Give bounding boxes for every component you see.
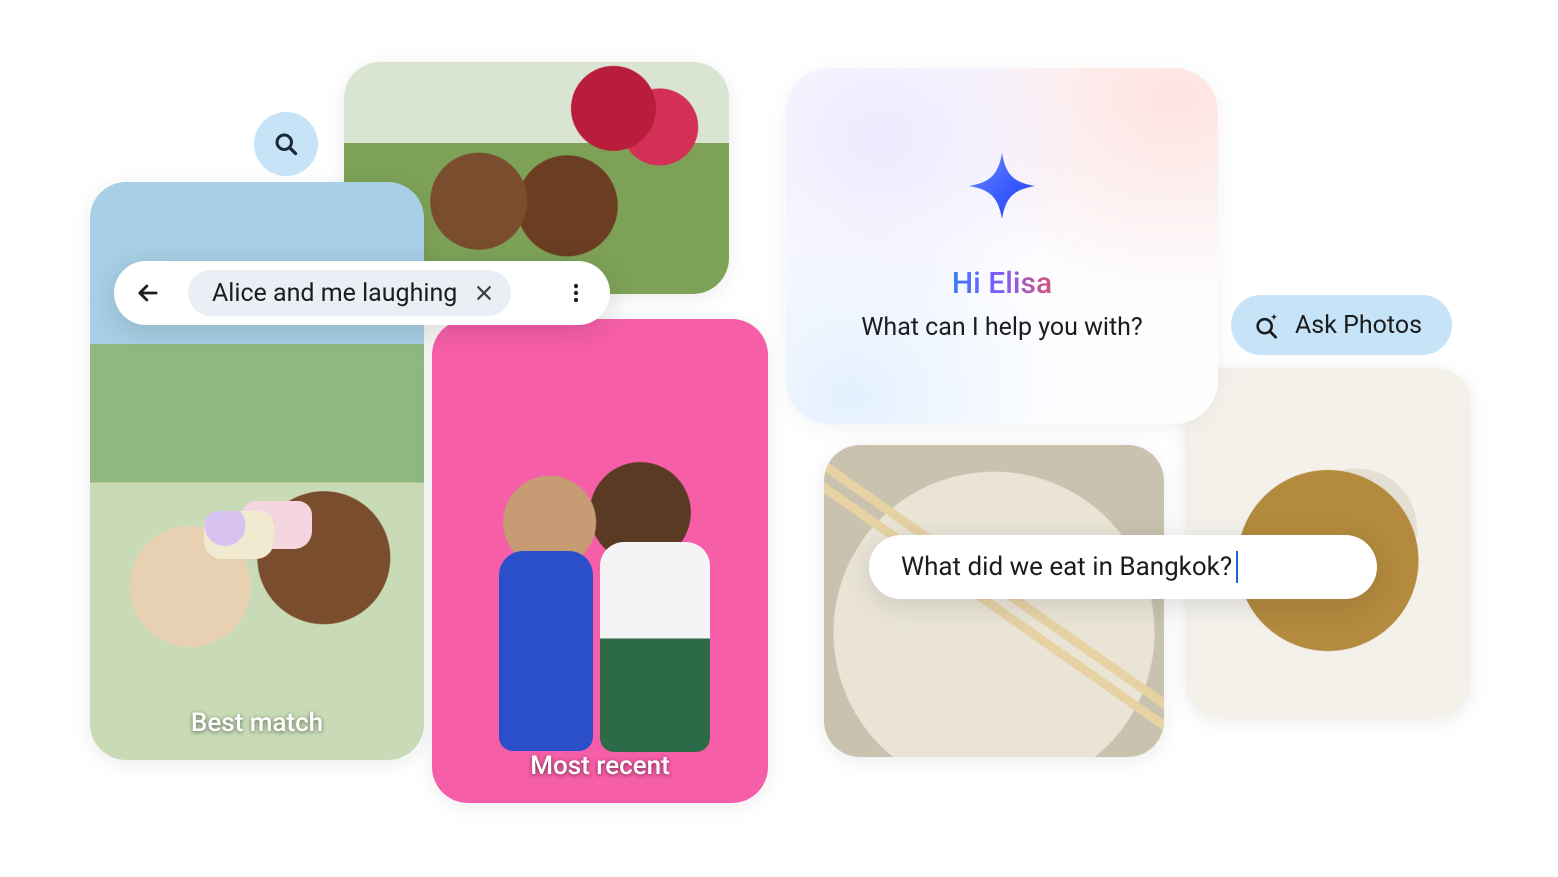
back-button[interactable] [128, 273, 168, 313]
query-text: What did we eat in Bangkok? [901, 552, 1232, 582]
more-vert-icon [564, 281, 588, 305]
ask-photos-hero-card[interactable]: Hi Elisa What can I help you with? [786, 68, 1218, 424]
more-menu-button[interactable] [556, 273, 596, 313]
chip-clear-button[interactable] [471, 280, 497, 306]
ask-photos-button[interactable]: Ask Photos [1231, 295, 1452, 355]
search-chip-text: Alice and me laughing [212, 279, 457, 308]
close-icon [474, 283, 494, 303]
photo-thumbnail-most-recent[interactable]: Most recent [432, 319, 768, 803]
ask-photos-query-input[interactable]: What did we eat in Bangkok? [869, 535, 1377, 599]
sparkle-icon [966, 150, 1038, 222]
arrow-left-icon [134, 279, 162, 307]
search-chip[interactable]: Alice and me laughing [188, 270, 511, 316]
photo-caption: Most recent [432, 751, 768, 781]
photo-thumbnail-food-1[interactable] [824, 445, 1164, 757]
text-cursor [1236, 551, 1238, 583]
photo-caption: Best match [90, 708, 424, 738]
hero-prompt: What can I help you with? [861, 313, 1142, 342]
ask-photos-label: Ask Photos [1295, 311, 1422, 340]
search-icon-pill[interactable] [254, 112, 318, 176]
sparkle-search-icon [1253, 311, 1281, 339]
search-icon [272, 130, 300, 158]
hero-greeting: Hi Elisa [952, 266, 1052, 301]
search-bar[interactable]: Alice and me laughing [114, 261, 610, 325]
